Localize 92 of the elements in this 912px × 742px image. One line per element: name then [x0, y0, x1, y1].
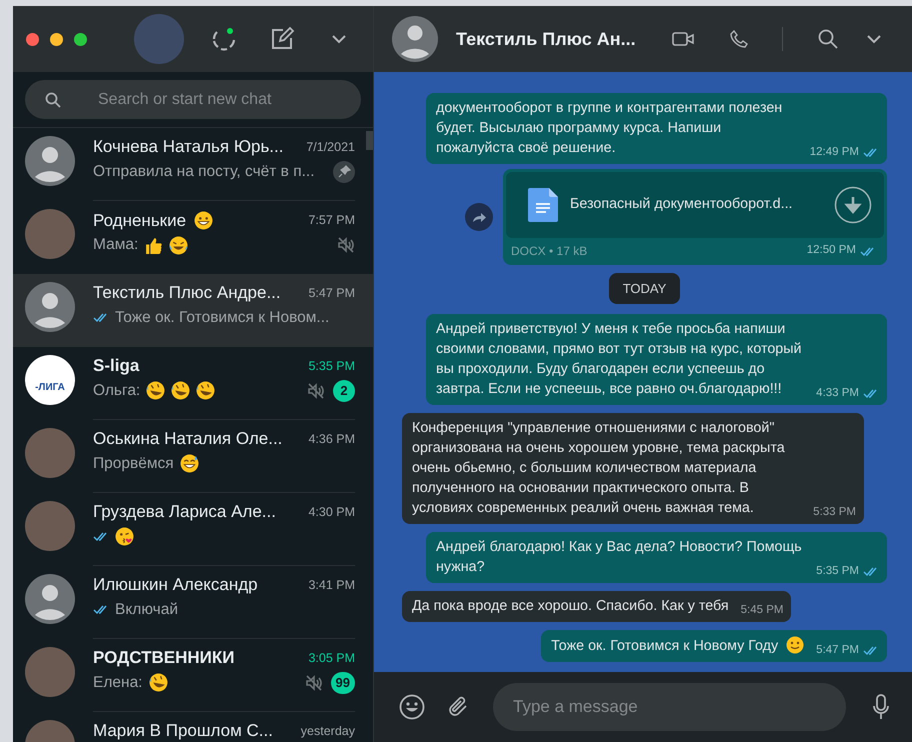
chat-title[interactable]: Текстиль Плюс Ан...: [456, 26, 636, 52]
chat-time: 5:47 PM: [308, 285, 355, 302]
photo-placeholder: [25, 501, 75, 551]
chat-item[interactable]: Кочнева Наталья Юрь... 7/1/2021 Отправила на посту, счёт в п...: [13, 128, 373, 201]
zoom-window-button[interactable]: [74, 32, 87, 46]
chat-item[interactable]: -ЛИГА S-liga 5:35 PM Ольга: 2: [13, 347, 373, 420]
search-icon[interactable]: [818, 29, 838, 49]
chat-item[interactable]: Илюшкин Александр 3:41 PM Включай: [13, 566, 373, 639]
contact-name: Мария В Прошлом С...: [93, 722, 273, 740]
contact-name: Илюшкин Александр: [93, 576, 258, 594]
contact-name: Оськина Наталия Оле...: [93, 430, 282, 448]
laughing-face-icon: [171, 381, 190, 400]
message-time: 12:49 PM: [810, 144, 859, 160]
thumbs-up-icon: [144, 236, 164, 254]
scrollbar[interactable]: [366, 131, 373, 150]
smiling-face-icon: [786, 636, 804, 654]
message-text: документооборот в группе и контрагентами полезен будет. Высылаю программу курса. Напиши пожалуйста своё решение.: [436, 99, 784, 158]
message-time: 5:35 PM: [816, 564, 859, 579]
chat-time: yesterday: [300, 723, 355, 740]
photo-placeholder: [25, 209, 75, 259]
contact-avatar[interactable]: [392, 16, 438, 62]
unread-count: 99: [330, 672, 355, 694]
photo-placeholder: [25, 428, 75, 478]
chat-time: 3:05 PM: [308, 650, 355, 667]
grinning-face-icon: [194, 211, 214, 230]
message-preview: Включай: [115, 600, 178, 620]
emoji-icon[interactable]: [399, 694, 425, 720]
contact-name: S-liga: [93, 357, 140, 376]
laughing-face-icon: [196, 381, 216, 400]
chat-time: 4:36 PM: [308, 431, 355, 448]
message-input[interactable]: Type a message: [493, 683, 846, 731]
chat-item[interactable]: РОДСТВЕННИКИ 3:05 PM Елена: 99: [13, 639, 373, 712]
message-time: 5:47 PM: [816, 642, 859, 658]
file-name: Безопасный документооборот.d...: [570, 195, 794, 214]
chevron-down-icon[interactable]: [331, 34, 347, 44]
status-icon[interactable]: [211, 26, 237, 52]
message-preview: Тоже ок. Готовимся к Новом...: [115, 308, 330, 328]
chat-time: 7/1/2021: [306, 139, 355, 156]
message-text: Да пока вроде все хорошо. Спасибо. Как у тебя: [412, 597, 729, 616]
microphone-icon[interactable]: [873, 694, 889, 720]
message-time: 4:33 PM: [816, 386, 859, 401]
chat-item[interactable]: Мария В Прошлом С... yesterday: [13, 712, 373, 742]
chat-item[interactable]: Груздева Лариса Але... 4:30 PM: [13, 493, 373, 566]
minimize-window-button[interactable]: [50, 32, 63, 46]
message-preview: Прорвёмся: [93, 454, 174, 474]
chevron-down-icon[interactable]: [866, 34, 882, 44]
laughing-face-icon: [169, 236, 188, 254]
photo-placeholder: [25, 647, 75, 697]
message-text: Тоже ок. Готовимся к Новому Году: [551, 637, 778, 656]
avatar-icon: [25, 136, 75, 186]
document-icon: [528, 188, 558, 222]
file-card[interactable]: Безопасный документооборот.d...: [506, 172, 884, 238]
message-preview: Ольга:: [93, 381, 140, 402]
chat-time: 3:41 PM: [308, 577, 355, 594]
message-text: Конференция "управление отношениями с налоговой" организована на очень хорошем уровне, тема раскрыта очень обьемно, с большим количеством материала полученного на основании практического опыта. В условиях современных реалий очень важная тема.: [412, 419, 786, 518]
laughing-face-icon: [146, 381, 166, 400]
avatar-icon: [25, 574, 75, 624]
message-preview: Елена:: [93, 673, 142, 694]
chat-time: 5:35 PM: [308, 358, 355, 375]
date-divider: TODAY: [608, 273, 680, 304]
forward-icon[interactable]: [465, 203, 493, 231]
phone-icon[interactable]: [730, 30, 748, 48]
contact-name: Груздева Лариса Але...: [93, 503, 276, 522]
message-preview: Мама:: [93, 235, 138, 256]
chat-item[interactable]: Текстиль Плюс Андре... 5:47 PM Тоже ок. Готовимся к Новом...: [13, 274, 373, 347]
chat-time: 4:30 PM: [308, 504, 355, 521]
message-text: Андрей приветствую! У меня к тебе просьба напиши своими словами, прямо вот тут отзыв на курс, который вы проходили. Буду благодарен если успеешь до завтра. Если не успеешь, все равно оч.благодарю!!!: [436, 320, 803, 399]
logo-text: -ЛИГА: [35, 380, 65, 394]
chat-item[interactable]: Родненькие 7:57 PM Мама:: [13, 201, 373, 274]
message-preview: Отправила на посту, счёт в п...: [93, 162, 315, 182]
file-meta: DOCX • 17 kB: [511, 243, 588, 260]
contact-name: РОДСТВЕННИКИ: [93, 649, 234, 668]
download-icon[interactable]: [834, 186, 872, 224]
video-call-icon[interactable]: [672, 31, 694, 47]
message-text: Андрей благодарю! Как у Вас дела? Новости? Помощь нужна?: [436, 538, 803, 577]
kissing-face-icon: [115, 527, 134, 546]
message-time: 5:33 PM: [813, 504, 856, 520]
chat-item[interactable]: Оськина Наталия Оле... 4:36 PM Прорвёмся: [13, 420, 373, 493]
laughing-face-icon: [148, 673, 168, 692]
contact-name: Кочнева Наталья Юрь...: [93, 138, 284, 156]
contact-name: Текстиль Плюс Андре...: [93, 284, 281, 302]
compose-icon[interactable]: [269, 26, 295, 52]
search-field[interactable]: Search or start new chat: [25, 80, 361, 119]
unread-count: 2: [333, 380, 355, 402]
message-time: 12:50 PM: [806, 243, 856, 258]
search-icon: [45, 92, 61, 108]
chat-time: 7:57 PM: [308, 212, 355, 230]
message-time: 5:45 PM: [740, 602, 784, 618]
sweat-smile-face-icon: [180, 454, 199, 474]
contact-name: Родненькие: [93, 212, 186, 230]
close-window-button[interactable]: [26, 32, 39, 46]
avatar-icon: [25, 282, 75, 332]
